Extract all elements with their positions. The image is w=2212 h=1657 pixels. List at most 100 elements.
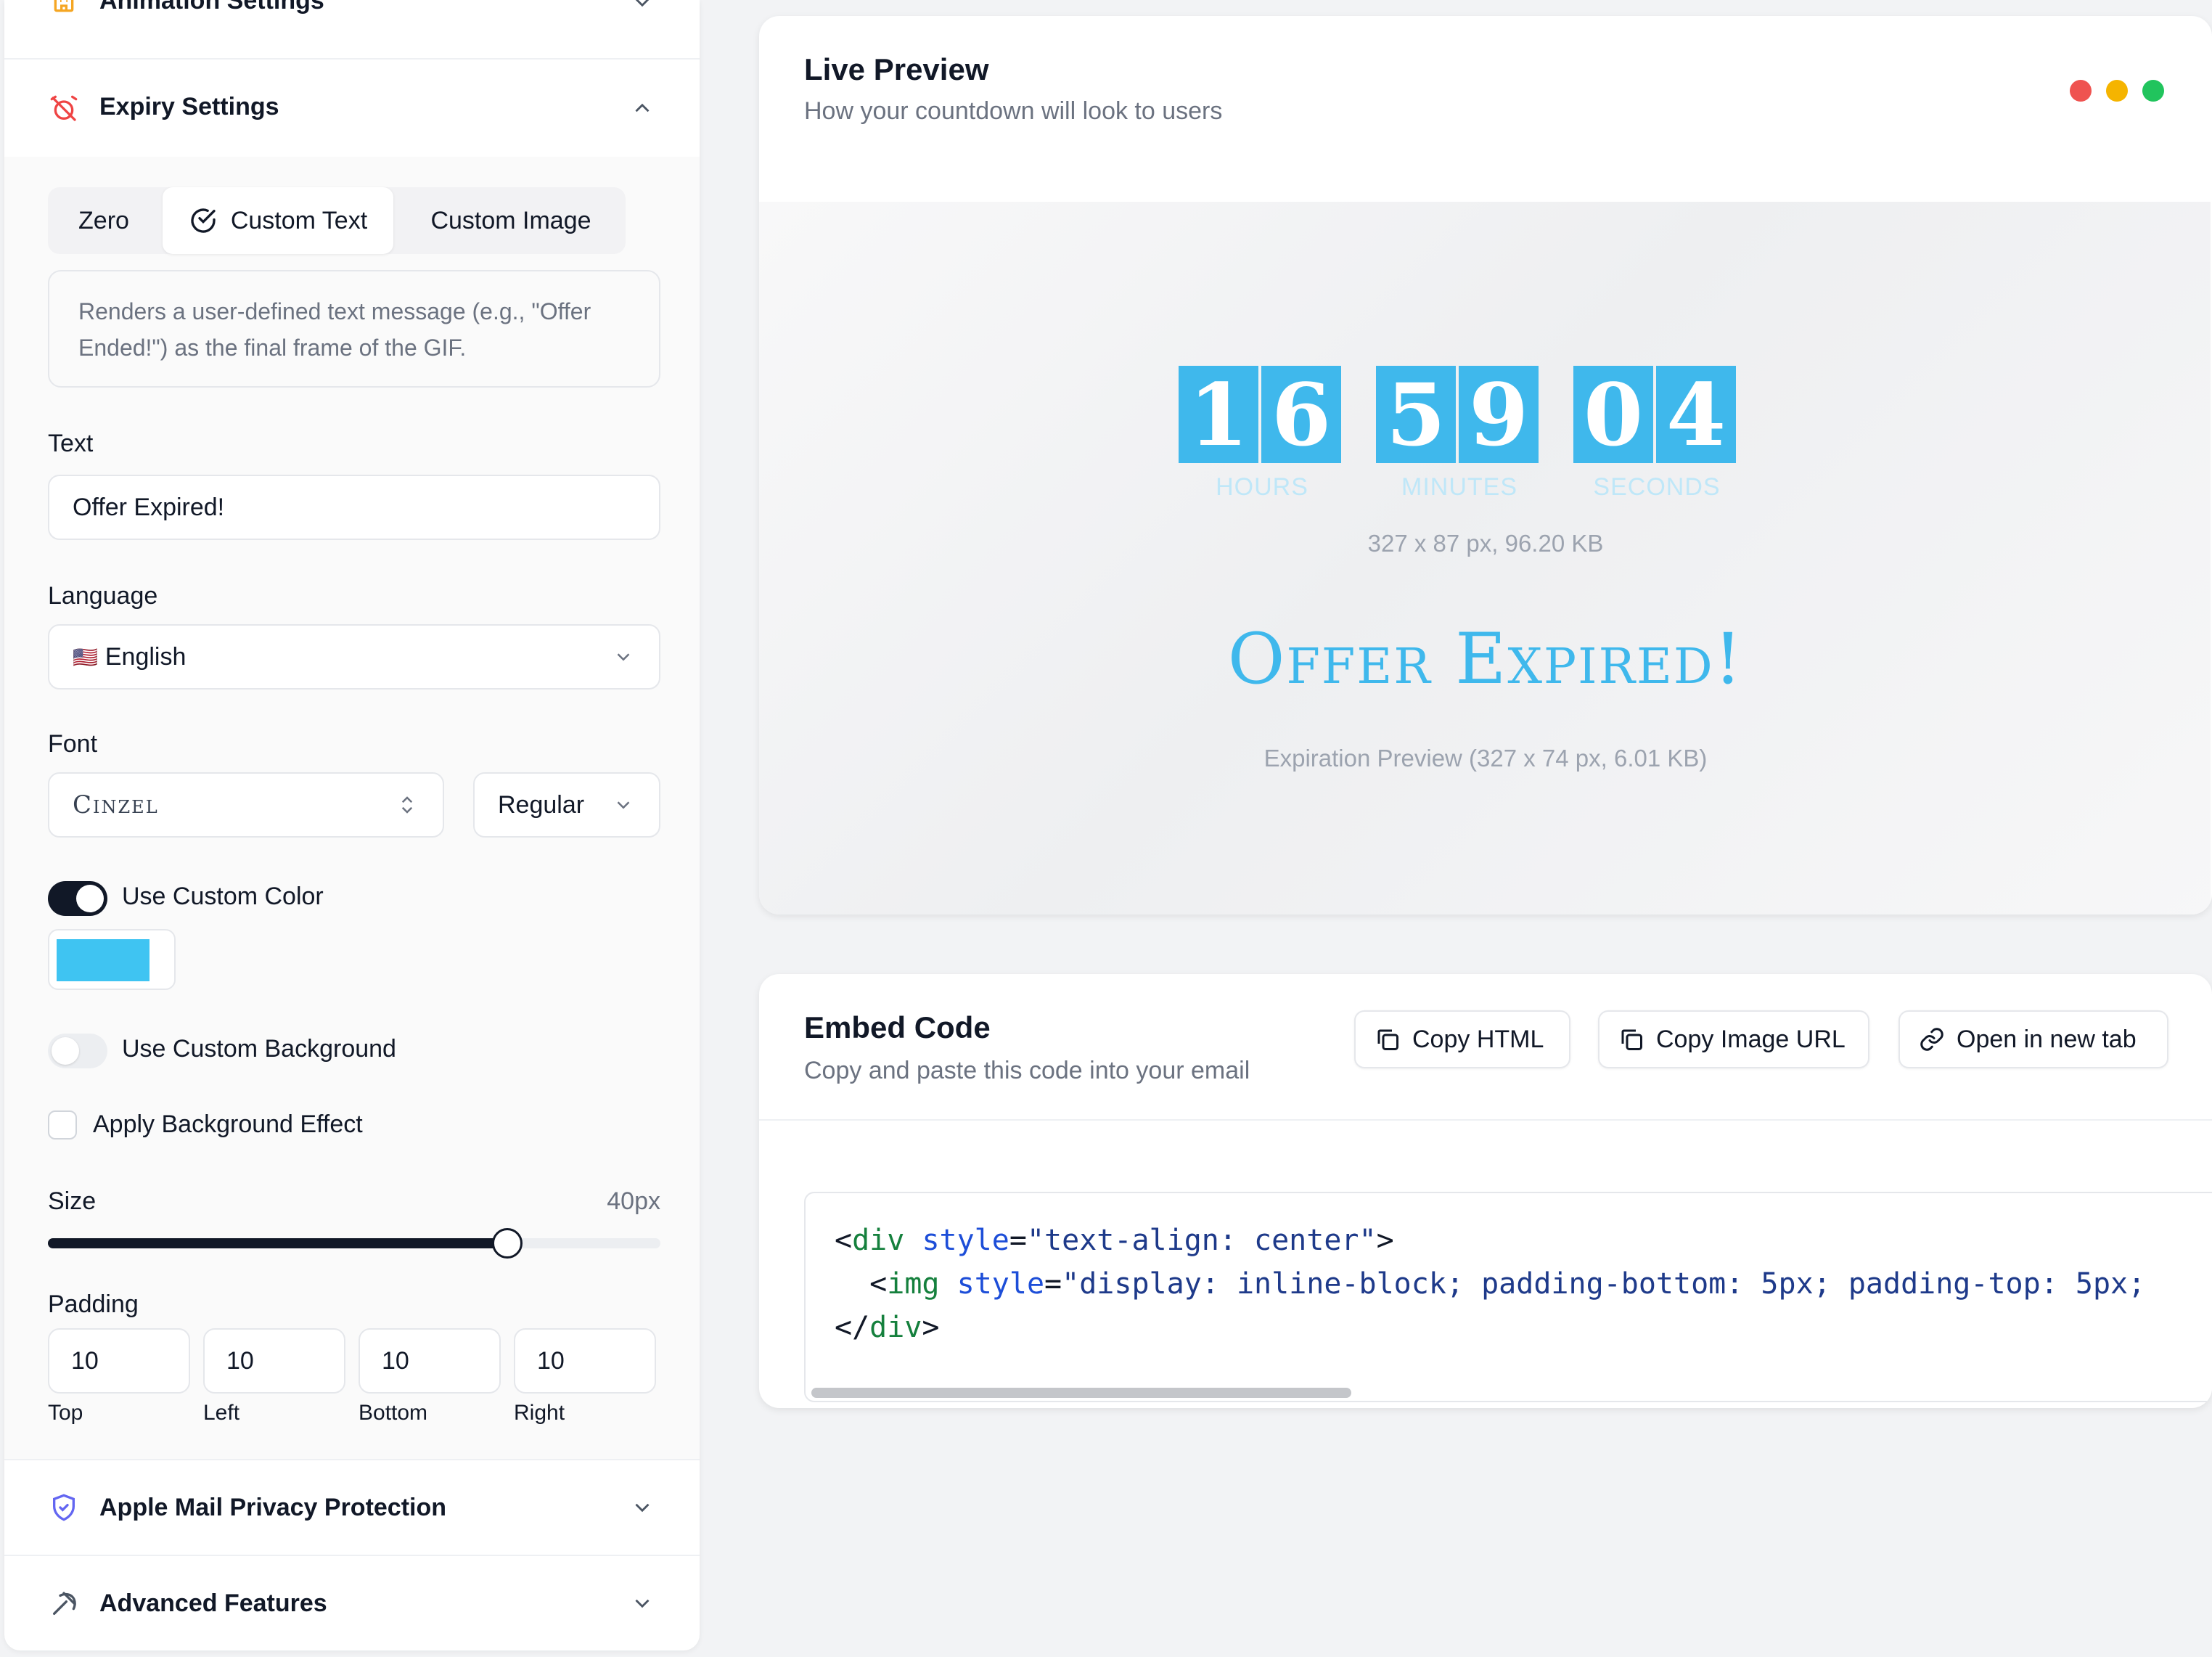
chevron-up-icon bbox=[630, 96, 655, 120]
padding-left-input[interactable]: 10 bbox=[203, 1328, 345, 1394]
live-preview-title: Live Preview bbox=[804, 52, 989, 86]
expiration-meta: Expiration Preview (327 x 74 px, 6.01 KB… bbox=[1263, 745, 1708, 772]
flag-us-icon: 🇺🇸 bbox=[73, 645, 98, 668]
expiry-settings-title: Expiry Settings bbox=[99, 93, 279, 120]
padding-right-input[interactable]: 10 bbox=[514, 1328, 656, 1394]
embed-code-card: Embed Code Copy and paste this code into… bbox=[759, 974, 2212, 1408]
copy-icon bbox=[1618, 1026, 1644, 1052]
font-family-value: Cinzel bbox=[73, 790, 159, 819]
use-custom-background-toggle[interactable] bbox=[48, 1034, 107, 1068]
countdown-meta: 327 x 87 px, 96.20 KB bbox=[1367, 530, 1604, 557]
preview-canvas bbox=[759, 202, 2211, 915]
animation-settings-header[interactable]: Animation Settings bbox=[4, 0, 700, 29]
countdown-digit: 6 bbox=[1261, 364, 1341, 465]
padding-label: Padding bbox=[48, 1290, 139, 1318]
toggle-knob bbox=[76, 885, 104, 912]
countdown-digit: 5 bbox=[1376, 364, 1456, 465]
pickaxe-icon bbox=[49, 1590, 78, 1619]
padding-right-value: 10 bbox=[537, 1346, 565, 1375]
window-dot-yellow bbox=[2106, 80, 2128, 102]
font-weight-select[interactable]: Regular bbox=[473, 772, 660, 838]
size-value: 40px bbox=[607, 1187, 660, 1215]
live-preview-subtitle: How your countdown will look to users bbox=[804, 97, 1223, 125]
copy-html-label: Copy HTML bbox=[1412, 1025, 1544, 1053]
size-slider[interactable] bbox=[48, 1238, 660, 1248]
divider bbox=[759, 1119, 2212, 1121]
font-weight-value: Regular bbox=[498, 790, 585, 819]
building-icon bbox=[49, 0, 78, 13]
embed-code-title: Embed Code bbox=[804, 1010, 991, 1044]
horizontal-scrollbar[interactable] bbox=[811, 1388, 1351, 1398]
padding-bottom-input[interactable]: 10 bbox=[359, 1328, 501, 1394]
chevron-updown-icon bbox=[396, 794, 418, 816]
padding-left-value: 10 bbox=[226, 1346, 254, 1375]
language-value: English bbox=[105, 642, 187, 671]
font-family-select[interactable]: Cinzel bbox=[48, 772, 444, 838]
copy-html-button[interactable]: Copy HTML bbox=[1354, 1010, 1570, 1068]
mode-custom-image-label: Custom Image bbox=[430, 206, 591, 234]
chevron-down-icon bbox=[630, 0, 655, 15]
expiry-mode-selector: Zero Custom Text Custom Image bbox=[48, 187, 626, 254]
countdown-digit: 0 bbox=[1573, 364, 1653, 465]
seconds-label: SECONDS bbox=[1593, 473, 1721, 501]
chevron-down-icon bbox=[630, 1495, 655, 1520]
size-slider-fill bbox=[48, 1238, 507, 1248]
text-input[interactable]: Offer Expired! bbox=[48, 475, 660, 540]
advanced-features-header[interactable]: Advanced Features bbox=[4, 1556, 700, 1650]
size-label: Size bbox=[48, 1187, 97, 1215]
chevron-down-icon bbox=[613, 794, 634, 816]
window-dot-green bbox=[2142, 80, 2164, 102]
code-line: <img style="display: inline-block; paddi… bbox=[869, 1267, 2146, 1301]
countdown-digit: 9 bbox=[1459, 364, 1539, 465]
padding-left-label: Left bbox=[203, 1401, 240, 1425]
font-label: Font bbox=[48, 730, 98, 758]
padding-top-label: Top bbox=[48, 1401, 83, 1425]
apply-background-effect-label: Apply Background Effect bbox=[93, 1110, 363, 1138]
code-line: <div style="text-align: center"> bbox=[835, 1224, 1394, 1257]
window-dot-red bbox=[2070, 80, 2092, 102]
padding-bottom-value: 10 bbox=[382, 1346, 409, 1375]
size-slider-thumb[interactable] bbox=[492, 1228, 523, 1259]
embed-code-block[interactable]: <div style="text-align: center"> <img st… bbox=[804, 1192, 2212, 1402]
hours-label: HOURS bbox=[1216, 473, 1308, 501]
copy-image-url-button[interactable]: Copy Image URL bbox=[1598, 1010, 1869, 1068]
language-select[interactable]: 🇺🇸 English bbox=[48, 624, 660, 690]
language-label: Language bbox=[48, 582, 158, 610]
padding-right-label: Right bbox=[514, 1401, 565, 1425]
padding-bottom-label: Bottom bbox=[359, 1401, 428, 1425]
live-preview-card: Live Preview How your countdown will loo… bbox=[759, 16, 2212, 915]
copy-icon bbox=[1375, 1026, 1401, 1052]
use-custom-color-toggle[interactable] bbox=[48, 881, 107, 916]
countdown-digit: 4 bbox=[1656, 364, 1736, 465]
toggle-knob bbox=[52, 1037, 79, 1065]
chevron-down-icon bbox=[630, 1591, 655, 1616]
shield-check-icon bbox=[49, 1493, 78, 1522]
embed-code-subtitle: Copy and paste this code into your email bbox=[804, 1057, 1250, 1084]
padding-top-value: 10 bbox=[71, 1346, 99, 1375]
mode-zero-button[interactable]: Zero bbox=[48, 187, 160, 254]
mode-custom-text-button[interactable]: Custom Text bbox=[163, 187, 393, 254]
expiry-settings-header[interactable]: Expiry Settings bbox=[4, 60, 700, 157]
padding-top-input[interactable]: 10 bbox=[48, 1328, 190, 1394]
open-new-tab-label: Open in new tab bbox=[1957, 1025, 2137, 1053]
open-new-tab-button[interactable]: Open in new tab bbox=[1898, 1010, 2168, 1068]
apple-mail-privacy-header[interactable]: Apple Mail Privacy Protection bbox=[4, 1460, 700, 1555]
copy-image-url-label: Copy Image URL bbox=[1656, 1025, 1846, 1053]
text-input-value: Offer Expired! bbox=[73, 493, 225, 521]
chevron-down-icon bbox=[613, 646, 634, 668]
apple-mail-privacy-title: Apple Mail Privacy Protection bbox=[99, 1494, 447, 1521]
color-picker[interactable] bbox=[48, 929, 176, 990]
animation-settings-title: Animation Settings bbox=[99, 0, 324, 15]
use-custom-background-label: Use Custom Background bbox=[122, 1035, 396, 1063]
mode-custom-text-label: Custom Text bbox=[230, 206, 368, 234]
use-custom-color-label: Use Custom Color bbox=[122, 883, 324, 910]
color-swatch bbox=[57, 939, 149, 981]
mode-description: Renders a user-defined text message (e.g… bbox=[48, 270, 660, 388]
minutes-label: MINUTES bbox=[1401, 473, 1517, 501]
settings-panel: Animation Settings Expiry Settings Zero … bbox=[4, 0, 700, 1650]
mode-custom-image-button[interactable]: Custom Image bbox=[396, 187, 626, 254]
link-icon bbox=[1919, 1026, 1945, 1052]
expired-text-preview: Offer Expired! bbox=[1227, 618, 1744, 700]
advanced-features-title: Advanced Features bbox=[99, 1590, 327, 1617]
apply-background-effect-checkbox[interactable] bbox=[48, 1110, 77, 1140]
